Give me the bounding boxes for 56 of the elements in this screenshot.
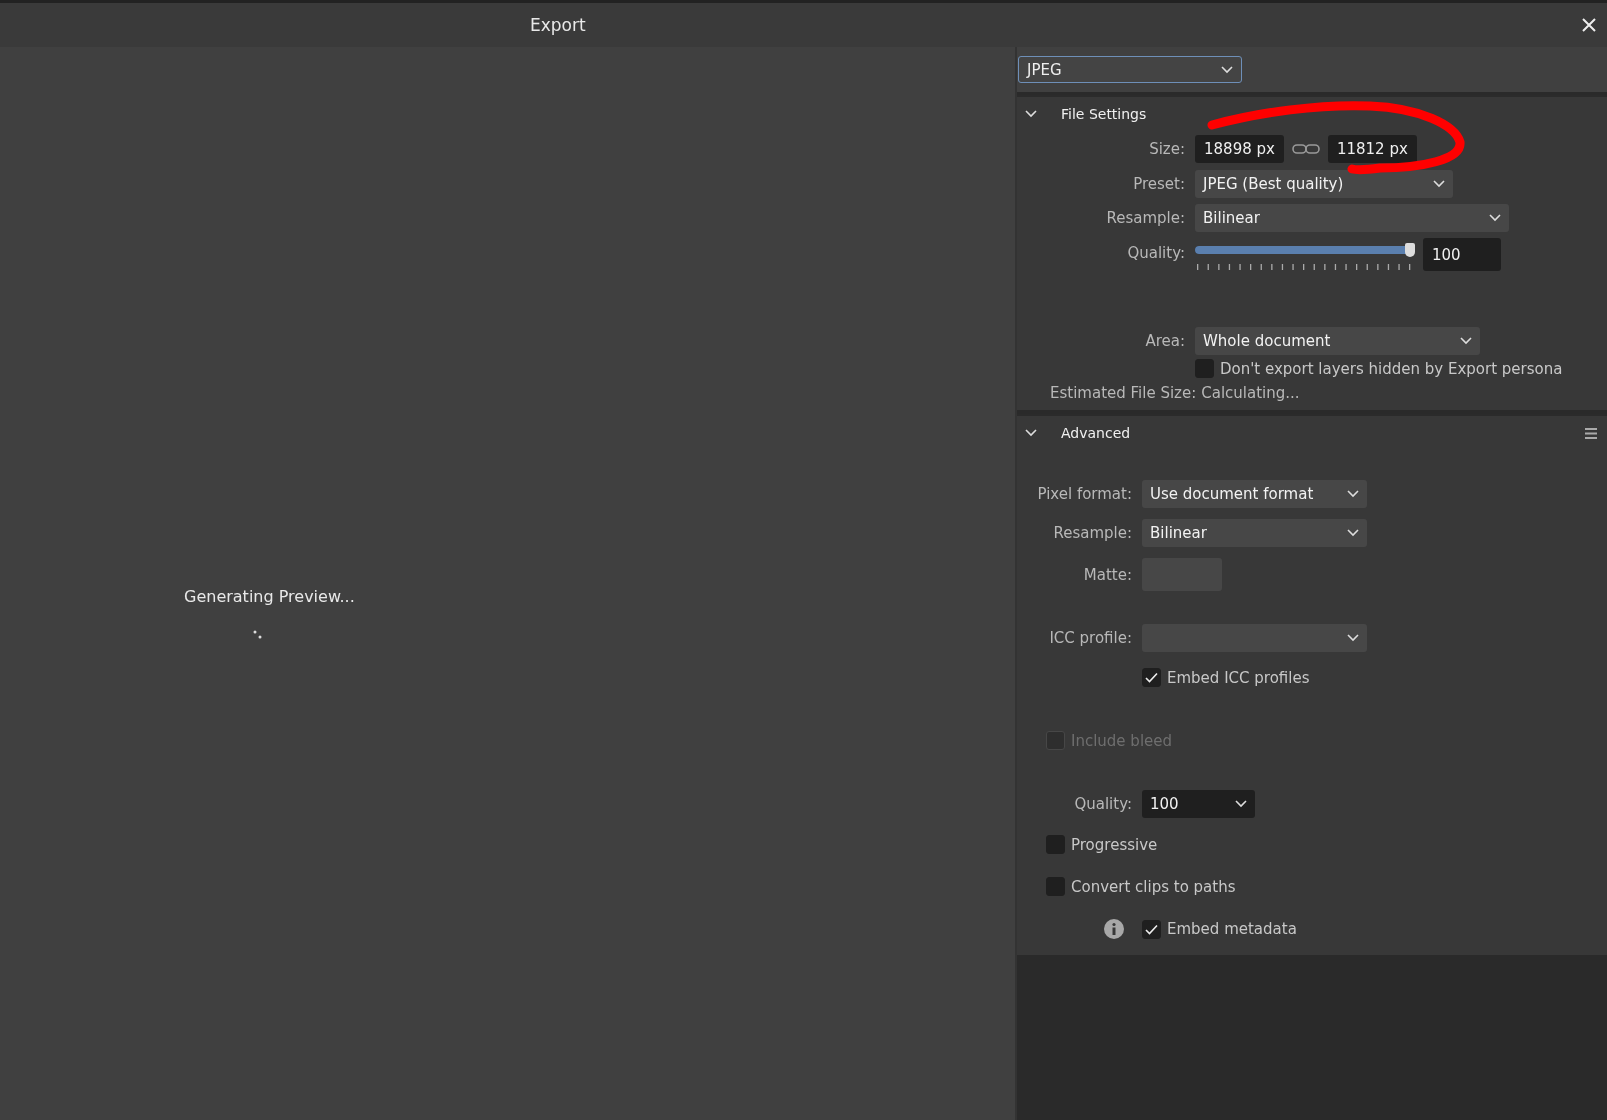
estimated-size-value: Calculating... bbox=[1201, 384, 1300, 402]
checkbox-label: Embed metadata bbox=[1167, 920, 1297, 938]
field-label: ICC profile: bbox=[1048, 629, 1132, 647]
checkbox[interactable] bbox=[1142, 668, 1161, 687]
chevron-down-icon bbox=[1235, 800, 1247, 808]
checkmark-icon bbox=[1145, 672, 1158, 683]
checkbox[interactable] bbox=[1046, 835, 1065, 854]
chevron-down-icon bbox=[1489, 214, 1501, 222]
slider-thumb[interactable] bbox=[1405, 243, 1415, 257]
chevron-down-icon bbox=[1433, 180, 1445, 188]
chevron-down-icon bbox=[1460, 337, 1472, 345]
dropdown-select[interactable]: Bilinear bbox=[1142, 519, 1367, 547]
estimated-size-label: Estimated File Size: bbox=[1050, 384, 1197, 402]
collapse-toggle[interactable] bbox=[1025, 429, 1037, 437]
checkmark-icon bbox=[1145, 923, 1158, 935]
checkbox[interactable] bbox=[1195, 359, 1214, 378]
dropdown-select[interactable]: Use document format bbox=[1142, 480, 1367, 508]
chevron-down-icon bbox=[1025, 110, 1037, 118]
chevron-down-icon bbox=[1025, 429, 1037, 437]
field-label: Area: bbox=[1144, 332, 1185, 350]
section-title: Advanced bbox=[1061, 425, 1131, 441]
field-label: Quality: bbox=[1126, 244, 1185, 262]
field-label: Matte: bbox=[1082, 565, 1132, 584]
quality-slider[interactable] bbox=[1195, 242, 1413, 258]
chevron-down-icon bbox=[1347, 634, 1359, 642]
chevron-down-icon bbox=[1347, 490, 1359, 498]
checkbox-label: Progressive bbox=[1071, 835, 1158, 854]
spinner-icon bbox=[253, 630, 263, 640]
info-icon[interactable] bbox=[1104, 919, 1124, 939]
field-label: Quality: bbox=[1073, 795, 1132, 813]
preset-select[interactable]: JPEG (Best quality) bbox=[1195, 170, 1453, 198]
format-select[interactable]: JPEG bbox=[1018, 56, 1242, 83]
quality-field[interactable]: 100 bbox=[1423, 238, 1501, 271]
width-field[interactable]: 18898 px bbox=[1195, 135, 1284, 163]
field-label: Resample: bbox=[1105, 209, 1185, 227]
quality-select[interactable]: 100 bbox=[1142, 790, 1255, 818]
collapse-toggle[interactable] bbox=[1025, 110, 1037, 118]
field-label: Resample: bbox=[1052, 524, 1132, 542]
preview-status: Generating Preview... bbox=[184, 587, 355, 606]
checkbox-label: Don't export layers hidden by Export persona bbox=[1220, 359, 1563, 378]
field-label: Pixel format: bbox=[1036, 485, 1132, 503]
checkbox-label: Embed ICC profiles bbox=[1167, 668, 1310, 687]
field-label: Size: bbox=[1148, 140, 1185, 158]
resample-select[interactable]: Bilinear bbox=[1195, 204, 1509, 232]
checkbox-label: Convert clips to paths bbox=[1071, 877, 1236, 896]
area-select[interactable]: Whole document bbox=[1195, 327, 1480, 355]
link-icon bbox=[1291, 143, 1320, 155]
window-title: Export bbox=[530, 15, 586, 35]
height-field[interactable]: 11812 px bbox=[1327, 135, 1417, 163]
checkbox[interactable] bbox=[1046, 877, 1065, 896]
chevron-down-icon bbox=[1347, 529, 1359, 537]
checkbox[interactable] bbox=[1142, 919, 1161, 939]
field-label: Preset: bbox=[1132, 175, 1185, 193]
menu-icon[interactable] bbox=[1585, 428, 1597, 439]
section-title: File Settings bbox=[1061, 106, 1147, 122]
chevron-down-icon bbox=[1221, 65, 1233, 74]
